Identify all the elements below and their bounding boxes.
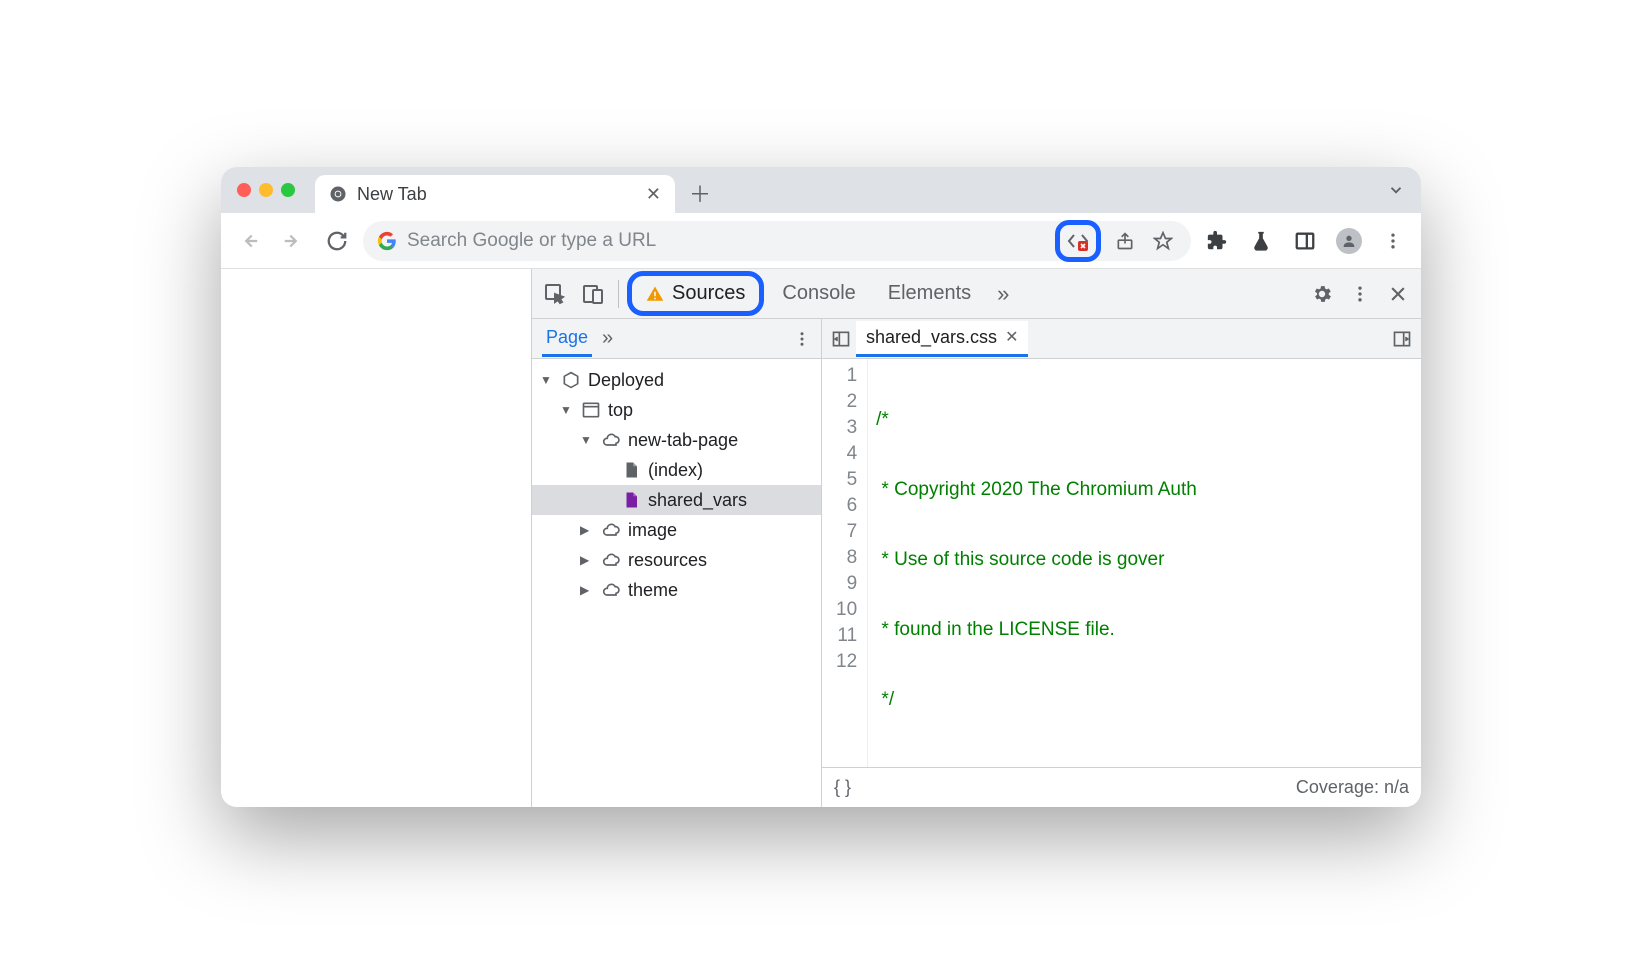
tab-console[interactable]: Console	[768, 274, 869, 313]
line-gutter: 123456789101112	[822, 359, 868, 767]
sources-sidebar: Page » ▼ Deployed	[532, 319, 822, 807]
profile-avatar[interactable]	[1331, 223, 1367, 259]
omnibox-placeholder: Search Google or type a URL	[407, 230, 656, 252]
devtools-panel: Sources Console Elements »	[531, 269, 1421, 807]
chevron-down-icon: ▼	[540, 373, 554, 387]
cloud-icon	[600, 429, 622, 451]
inspect-element-icon[interactable]	[538, 277, 572, 311]
sidebar-more-tabs-icon[interactable]: »	[602, 327, 613, 350]
tab-search-button[interactable]	[1387, 181, 1405, 199]
tree-node-deployed[interactable]: ▼ Deployed	[532, 365, 821, 395]
bookmark-star-icon[interactable]	[1149, 227, 1177, 255]
side-panel-icon[interactable]	[1287, 223, 1323, 259]
settings-gear-icon[interactable]	[1305, 277, 1339, 311]
editor-footer: { } Coverage: n/a	[822, 767, 1421, 807]
back-button[interactable]	[231, 223, 267, 259]
browser-tab[interactable]: New Tab ✕	[315, 175, 675, 213]
address-bar[interactable]: Search Google or type a URL	[363, 221, 1191, 261]
content-area: Sources Console Elements »	[221, 269, 1421, 807]
frame-icon	[580, 399, 602, 421]
maximize-window-button[interactable]	[281, 183, 295, 197]
editor-tabbar: shared_vars.css ✕	[822, 319, 1421, 359]
tab-elements[interactable]: Elements	[874, 274, 985, 313]
devtools-tabbar: Sources Console Elements »	[532, 269, 1421, 319]
sidebar-menu-icon[interactable]	[793, 330, 811, 348]
sidebar-header: Page »	[532, 319, 821, 359]
forward-button[interactable]	[275, 223, 311, 259]
code-content: /* * Copyright 2020 The Chromium Auth * …	[868, 359, 1421, 767]
warning-icon	[646, 285, 664, 303]
cloud-icon	[600, 519, 622, 541]
close-devtools-icon[interactable]	[1381, 277, 1415, 311]
more-tabs-icon[interactable]: »	[989, 281, 1017, 307]
labs-icon[interactable]	[1243, 223, 1279, 259]
google-icon	[377, 231, 397, 251]
browser-window: New Tab ✕ ＋ Search Google or type a URL	[221, 167, 1421, 807]
chevron-right-icon: ▶	[580, 583, 594, 597]
file-icon	[620, 459, 642, 481]
css-file-icon	[620, 489, 642, 511]
minimize-window-button[interactable]	[259, 183, 273, 197]
window-controls	[237, 183, 295, 197]
browser-toolbar: Search Google or type a URL	[221, 213, 1421, 269]
package-icon	[560, 369, 582, 391]
chevron-down-icon: ▼	[580, 433, 594, 447]
cloud-icon	[600, 549, 622, 571]
devtools-body: Page » ▼ Deployed	[532, 319, 1421, 807]
tree-node-resources[interactable]: ▶ resources	[532, 545, 821, 575]
share-icon[interactable]	[1111, 227, 1139, 255]
close-window-button[interactable]	[237, 183, 251, 197]
tab-title: New Tab	[357, 184, 636, 205]
devtools-menu-icon[interactable]	[1343, 277, 1377, 311]
device-toggle-icon[interactable]	[576, 277, 610, 311]
chevron-down-icon: ▼	[560, 403, 574, 417]
chrome-favicon-icon	[329, 185, 347, 203]
coverage-status: Coverage: n/a	[1296, 777, 1409, 798]
devtools-error-highlight	[1055, 220, 1101, 262]
chevron-right-icon: ▶	[580, 523, 594, 537]
editor-pane: shared_vars.css ✕ 123456789101112	[822, 319, 1421, 807]
tree-node-theme[interactable]: ▶ theme	[532, 575, 821, 605]
page-viewport	[221, 269, 531, 807]
tab-sources[interactable]: Sources	[627, 271, 764, 316]
tree-node-image[interactable]: ▶ image	[532, 515, 821, 545]
close-tab-icon[interactable]: ✕	[646, 184, 661, 205]
titlebar: New Tab ✕ ＋	[221, 167, 1421, 213]
reload-button[interactable]	[319, 223, 355, 259]
toggle-navigator-icon[interactable]	[826, 324, 856, 354]
browser-menu-icon[interactable]	[1375, 223, 1411, 259]
tree-node-top[interactable]: ▼ top	[532, 395, 821, 425]
extensions-icon[interactable]	[1199, 223, 1235, 259]
tree-node-shared-vars[interactable]: shared_vars	[532, 485, 821, 515]
tree-node-index[interactable]: (index)	[532, 455, 821, 485]
file-tree: ▼ Deployed ▼ top ▼ new-tab-page	[532, 359, 821, 807]
code-editor[interactable]: 123456789101112 /* * Copyright 2020 The …	[822, 359, 1421, 767]
new-tab-button[interactable]: ＋	[683, 176, 717, 210]
tree-node-new-tab-page[interactable]: ▼ new-tab-page	[532, 425, 821, 455]
close-file-icon[interactable]: ✕	[1005, 327, 1018, 347]
toggle-debugger-icon[interactable]	[1387, 324, 1417, 354]
sidebar-tab-page[interactable]: Page	[542, 321, 592, 357]
pretty-print-icon[interactable]: { }	[834, 777, 851, 798]
avatar-icon	[1336, 228, 1362, 254]
cloud-icon	[600, 579, 622, 601]
chevron-right-icon: ▶	[580, 553, 594, 567]
editor-tab-shared-vars[interactable]: shared_vars.css ✕	[856, 321, 1028, 357]
devtools-error-icon[interactable]	[1064, 227, 1092, 255]
